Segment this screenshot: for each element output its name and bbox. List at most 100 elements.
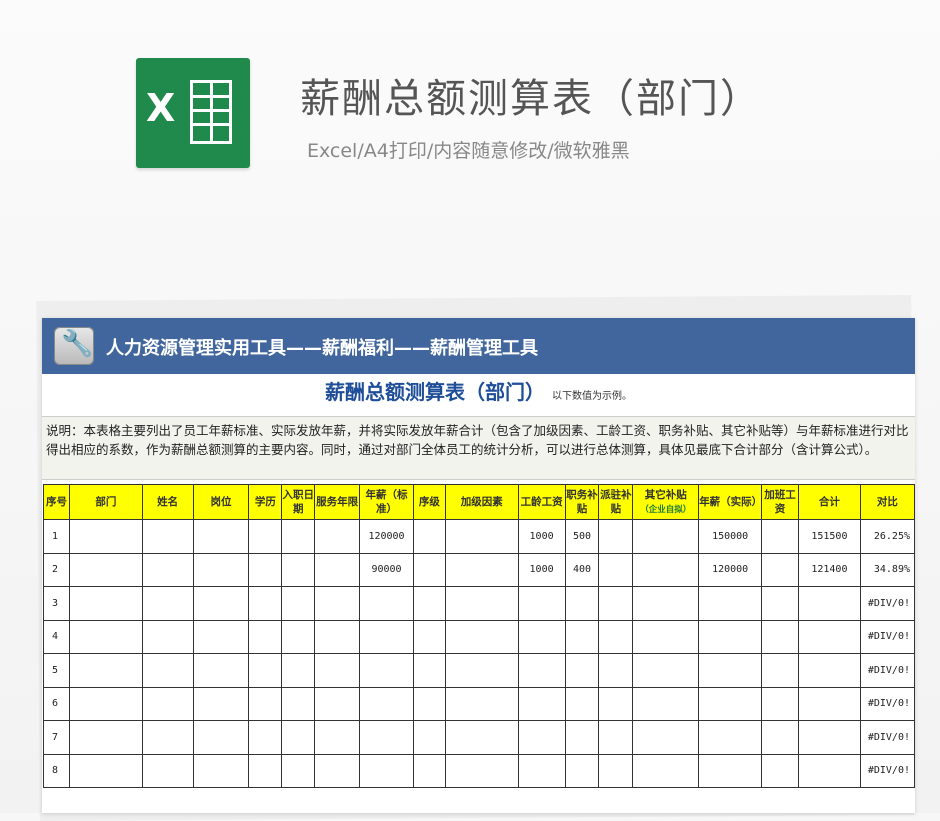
table-cell[interactable] <box>412 519 446 554</box>
table-cell[interactable] <box>698 653 763 688</box>
table-cell[interactable] <box>141 720 194 755</box>
table-cell[interactable] <box>248 753 283 788</box>
table-cell[interactable] <box>444 653 519 688</box>
table-cell[interactable] <box>444 519 519 554</box>
table-cell[interactable] <box>797 753 861 788</box>
table-cell[interactable] <box>248 619 283 654</box>
table-cell[interactable] <box>359 720 414 755</box>
table-cell[interactable]: 3 <box>43 586 70 621</box>
table-cell[interactable] <box>281 619 316 654</box>
table-cell[interactable] <box>517 720 566 755</box>
table-cell[interactable] <box>314 653 361 688</box>
table-cell[interactable] <box>632 653 700 688</box>
table-cell[interactable]: 5 <box>43 653 70 688</box>
table-cell[interactable] <box>598 586 634 621</box>
table-cell[interactable]: 90000 <box>359 552 414 587</box>
table-cell[interactable] <box>797 720 861 755</box>
table-cell[interactable] <box>192 619 250 654</box>
table-cell[interactable] <box>412 552 446 587</box>
table-cell[interactable] <box>761 519 799 554</box>
table-cell[interactable]: 8 <box>43 753 70 788</box>
table-cell[interactable] <box>248 586 283 621</box>
table-cell[interactable] <box>632 686 700 721</box>
table-cell[interactable] <box>632 552 700 587</box>
table-cell[interactable] <box>68 653 143 688</box>
table-cell[interactable]: #DIV/0! <box>859 619 915 654</box>
table-cell[interactable] <box>412 586 446 621</box>
table-cell[interactable] <box>598 552 634 587</box>
table-cell[interactable]: 121400 <box>797 552 861 587</box>
table-cell[interactable] <box>281 519 316 554</box>
table-cell[interactable] <box>797 653 861 688</box>
table-cell[interactable] <box>248 653 283 688</box>
table-cell[interactable] <box>698 619 763 654</box>
table-cell[interactable] <box>192 586 250 621</box>
table-cell[interactable]: 1000 <box>517 552 566 587</box>
table-cell[interactable] <box>444 686 519 721</box>
table-cell[interactable] <box>517 653 566 688</box>
table-cell[interactable] <box>598 653 634 688</box>
table-cell[interactable] <box>761 686 799 721</box>
table-cell[interactable] <box>314 586 361 621</box>
table-cell[interactable] <box>564 586 600 621</box>
table-cell[interactable] <box>698 753 763 788</box>
table-cell[interactable] <box>564 653 600 688</box>
table-cell[interactable] <box>598 519 634 554</box>
table-cell[interactable] <box>281 686 316 721</box>
table-cell[interactable] <box>761 552 799 587</box>
table-cell[interactable]: 6 <box>43 686 70 721</box>
table-cell[interactable] <box>698 720 763 755</box>
table-cell[interactable] <box>314 552 361 587</box>
table-cell[interactable]: 7 <box>43 720 70 755</box>
table-cell[interactable] <box>359 586 414 621</box>
table-cell[interactable] <box>412 753 446 788</box>
table-cell[interactable] <box>564 619 600 654</box>
table-cell[interactable]: 500 <box>564 519 600 554</box>
table-cell[interactable] <box>68 619 143 654</box>
table-cell[interactable] <box>192 552 250 587</box>
table-cell[interactable] <box>761 720 799 755</box>
table-cell[interactable]: 1000 <box>517 519 566 554</box>
table-cell[interactable] <box>68 753 143 788</box>
table-cell[interactable] <box>281 720 316 755</box>
table-cell[interactable] <box>444 753 519 788</box>
table-cell[interactable] <box>192 519 250 554</box>
table-cell[interactable] <box>444 552 519 587</box>
table-cell[interactable] <box>141 653 194 688</box>
table-cell[interactable]: #DIV/0! <box>859 653 915 688</box>
table-cell[interactable] <box>698 686 763 721</box>
table-cell[interactable] <box>517 619 566 654</box>
table-cell[interactable] <box>68 586 143 621</box>
table-cell[interactable]: 400 <box>564 552 600 587</box>
table-cell[interactable] <box>444 619 519 654</box>
table-cell[interactable]: 150000 <box>698 519 763 554</box>
table-cell[interactable] <box>192 753 250 788</box>
table-cell[interactable] <box>314 519 361 554</box>
table-cell[interactable] <box>248 552 283 587</box>
table-cell[interactable] <box>598 686 634 721</box>
table-cell[interactable] <box>598 720 634 755</box>
table-cell[interactable] <box>632 619 700 654</box>
table-cell[interactable]: 2 <box>43 552 70 587</box>
table-cell[interactable] <box>517 753 566 788</box>
table-cell[interactable] <box>632 720 700 755</box>
table-cell[interactable] <box>761 586 799 621</box>
table-cell[interactable] <box>141 619 194 654</box>
table-cell[interactable] <box>412 619 446 654</box>
table-cell[interactable] <box>761 619 799 654</box>
table-cell[interactable]: 26.25% <box>859 519 915 554</box>
table-cell[interactable] <box>141 586 194 621</box>
table-cell[interactable] <box>517 586 566 621</box>
table-cell[interactable] <box>68 720 143 755</box>
table-cell[interactable] <box>444 586 519 621</box>
table-cell[interactable]: 4 <box>43 619 70 654</box>
table-cell[interactable]: 1 <box>43 519 70 554</box>
table-cell[interactable] <box>632 753 700 788</box>
table-cell[interactable] <box>632 519 700 554</box>
table-cell[interactable] <box>281 552 316 587</box>
table-cell[interactable] <box>598 619 634 654</box>
table-cell[interactable] <box>564 720 600 755</box>
table-cell[interactable] <box>141 519 194 554</box>
table-cell[interactable] <box>797 586 861 621</box>
table-cell[interactable] <box>192 653 250 688</box>
